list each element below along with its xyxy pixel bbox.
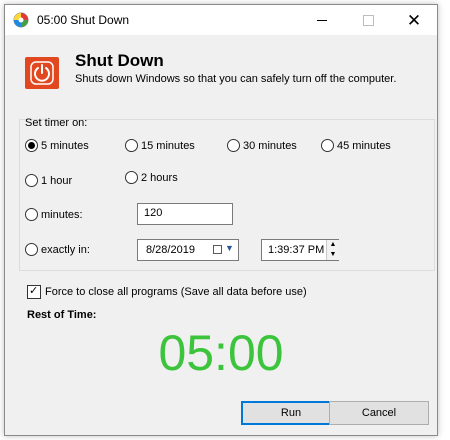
- radio-label: exactly in:: [41, 243, 90, 256]
- date-value: 8/28/2019: [146, 244, 195, 256]
- spin-up-icon[interactable]: ▲: [326, 240, 339, 250]
- minimize-icon: [317, 19, 327, 21]
- window-title: 05:00 Shut Down: [37, 13, 130, 27]
- radio-label: 2 hours: [141, 171, 178, 184]
- power-icon: [25, 57, 59, 89]
- radio-button: [321, 139, 334, 152]
- chevron-down-icon[interactable]: ▼: [225, 243, 234, 253]
- header-description: Shuts down Windows so that you can safel…: [75, 73, 397, 85]
- countdown-display: 05:00: [158, 325, 284, 381]
- minimize-button[interactable]: [299, 5, 345, 35]
- radio-exactly-in[interactable]: exactly in:: [25, 243, 90, 256]
- rest-of-time-label: Rest of Time:: [27, 309, 97, 321]
- radio-2-hours[interactable]: 2 hours: [125, 171, 178, 184]
- radio-label: minutes:: [41, 208, 83, 221]
- app-circle-icon: [13, 12, 29, 28]
- date-picker[interactable]: 8/28/2019 ▼: [137, 239, 239, 261]
- radio-label: 45 minutes: [337, 139, 391, 152]
- close-button[interactable]: ✕: [391, 5, 437, 35]
- header-title: Shut Down: [75, 51, 164, 70]
- time-picker[interactable]: 1:39:37 PM ▲ ▼: [261, 239, 339, 261]
- time-value: 1:39:37 PM: [268, 244, 325, 256]
- radio-label: 1 hour: [41, 174, 73, 187]
- force-close-label: Force to close all programs (Save all da…: [45, 286, 307, 298]
- title-bar: 05:00 Shut Down ✕: [5, 5, 437, 35]
- close-icon: ✕: [406, 10, 422, 30]
- cancel-button[interactable]: Cancel: [329, 401, 429, 425]
- maximize-icon: [362, 14, 374, 26]
- radio-button: [25, 208, 38, 221]
- radio-button: [25, 174, 38, 187]
- radio-label: 15 minutes: [141, 139, 195, 152]
- radio-label: 5 minutes: [41, 139, 89, 152]
- timer-group-label: Set timer on:: [25, 117, 88, 129]
- minutes-input[interactable]: 120: [137, 203, 233, 225]
- radio-button: [25, 139, 38, 152]
- radio-button: [227, 139, 240, 152]
- force-close-checkbox[interactable]: ✓ Force to close all programs (Save all …: [27, 285, 307, 299]
- radio-label: 30 minutes: [243, 139, 297, 152]
- maximize-button[interactable]: [345, 5, 391, 35]
- radio-1-hour[interactable]: 1 hour: [25, 174, 72, 187]
- checkbox: ✓: [27, 285, 41, 299]
- radio-button: [25, 243, 38, 256]
- radio-button: [125, 171, 138, 184]
- radio-15-minutes[interactable]: 15 minutes: [125, 139, 195, 152]
- radio-5-minutes[interactable]: 5 minutes: [25, 139, 89, 152]
- radio-button: [125, 139, 138, 152]
- calendar-icon: [213, 245, 222, 254]
- radio-minutes[interactable]: minutes:: [25, 208, 83, 221]
- radio-45-minutes[interactable]: 45 minutes: [321, 139, 391, 152]
- check-icon: ✓: [29, 285, 39, 297]
- spin-down-icon[interactable]: ▼: [326, 250, 339, 260]
- run-button[interactable]: Run: [241, 401, 341, 425]
- shutdown-window: 05:00 Shut Down ✕ Shut Down Shuts down W…: [4, 4, 438, 436]
- radio-30-minutes[interactable]: 30 minutes: [227, 139, 297, 152]
